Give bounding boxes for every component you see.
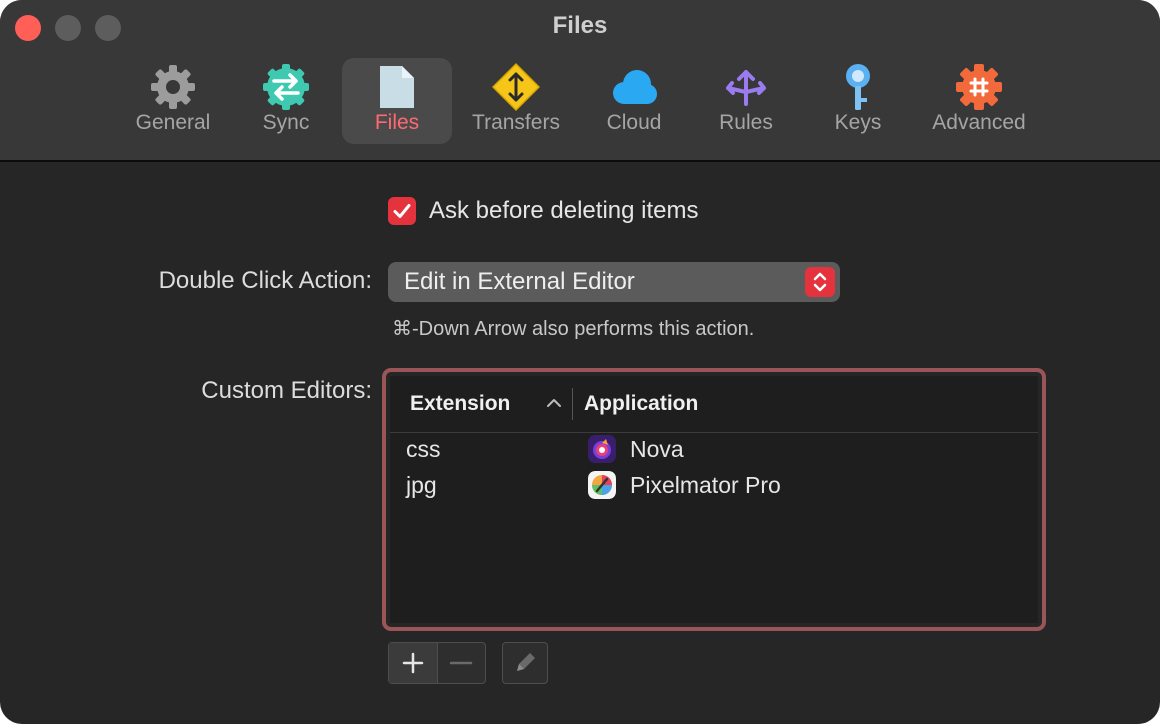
sync-arrows-icon <box>263 64 309 110</box>
key-icon <box>846 64 870 110</box>
titlebar: Files General Sync Files Transfers Cloud… <box>0 0 1160 162</box>
remove-button[interactable] <box>437 643 485 683</box>
tab-general-label: General <box>135 111 211 134</box>
tab-rules-label: Rules <box>719 111 773 134</box>
ask-before-delete-checkbox[interactable] <box>388 197 416 225</box>
tab-transfers-label: Transfers <box>472 111 560 134</box>
document-icon <box>380 66 414 108</box>
cloud-icon <box>613 70 657 104</box>
tab-sync-label: Sync <box>262 111 310 134</box>
add-button[interactable] <box>389 643 438 683</box>
plus-icon <box>402 652 424 674</box>
column-header-extension[interactable]: Extension <box>410 392 510 416</box>
pencil-icon <box>517 653 535 671</box>
table-row[interactable]: jpg Pixelmator Pro <box>390 468 1038 504</box>
edit-button[interactable] <box>502 642 548 684</box>
tab-keys-label: Keys <box>834 111 882 134</box>
column-header-application[interactable]: Application <box>584 392 698 416</box>
table-row[interactable]: css Nova <box>390 432 1038 468</box>
advanced-gear-icon <box>956 64 1002 110</box>
double-click-action-popup[interactable]: Edit in External Editor <box>388 262 840 302</box>
tab-files[interactable]: Files <box>342 58 452 144</box>
tab-advanced-label: Advanced <box>932 111 1026 134</box>
gear-icon <box>151 65 195 109</box>
extension-cell: css <box>406 436 441 462</box>
tab-sync[interactable]: Sync <box>236 58 336 144</box>
column-divider[interactable] <box>572 388 573 420</box>
tab-advanced[interactable]: Advanced <box>918 58 1040 144</box>
window-title: Files <box>552 12 608 39</box>
tab-cloud-label: Cloud <box>606 111 662 134</box>
nova-app-icon <box>588 435 616 463</box>
minus-icon <box>449 661 473 665</box>
popup-updown-icon <box>805 267 835 297</box>
tab-cloud[interactable]: Cloud <box>584 58 684 144</box>
tab-files-label: Files <box>374 111 420 134</box>
tab-keys[interactable]: Keys <box>808 58 908 144</box>
rules-arrows-icon <box>726 70 766 106</box>
tab-transfers[interactable]: Transfers <box>460 58 572 144</box>
extension-cell: jpg <box>406 472 437 498</box>
ask-before-delete-label[interactable]: Ask before deleting items <box>429 197 698 225</box>
tab-rules[interactable]: Rules <box>696 58 796 144</box>
add-remove-buttons <box>388 642 486 684</box>
transfers-diamond-icon <box>492 63 540 111</box>
sort-ascending-icon[interactable] <box>546 398 562 408</box>
custom-editors-table[interactable]: Extension Application css Nova jpg Pixel… <box>390 376 1038 623</box>
tab-general[interactable]: General <box>118 58 228 144</box>
application-cell: Nova <box>630 436 684 462</box>
preferences-window: Files General Sync Files Transfers Cloud… <box>0 0 1160 724</box>
double-click-action-value: Edit in External Editor <box>404 268 635 295</box>
double-click-hint: ⌘-Down Arrow also performs this action. <box>392 318 755 340</box>
double-click-action-label: Double Click Action: <box>158 267 372 294</box>
table-header: Extension Application <box>390 376 1038 433</box>
custom-editors-label: Custom Editors: <box>201 377 372 404</box>
application-cell: Pixelmator Pro <box>630 472 781 498</box>
pixelmator-app-icon <box>588 471 616 499</box>
checkmark-icon <box>393 204 411 218</box>
